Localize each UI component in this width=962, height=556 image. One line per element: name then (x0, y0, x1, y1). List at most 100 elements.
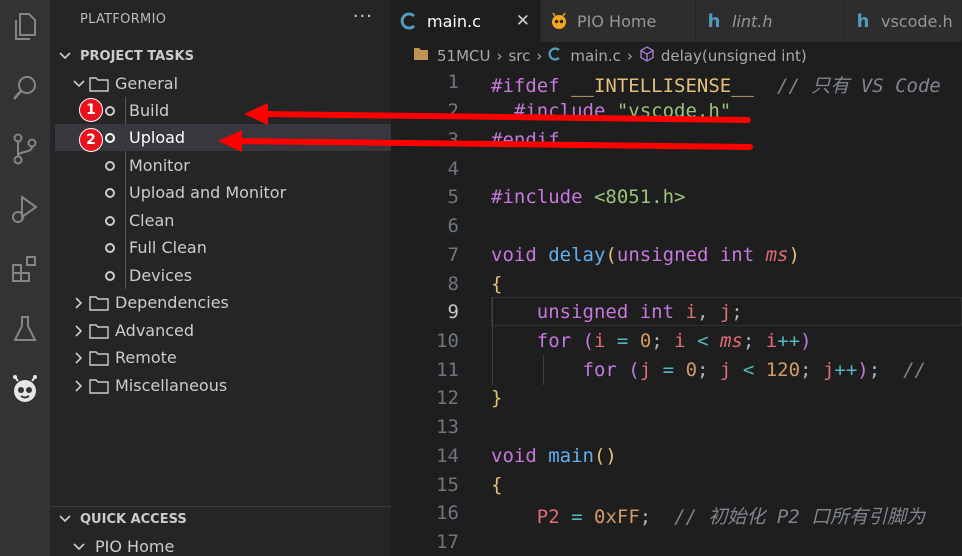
code-line: #endif (491, 129, 560, 151)
task-label: Upload and Monitor (129, 183, 287, 202)
tree-folder-dependencies[interactable]: Dependencies (55, 289, 391, 316)
chevron-down-icon (50, 52, 80, 60)
search-icon[interactable] (0, 66, 50, 112)
code-line: #ifdef __INTELLISENSE__ // 只有 VS Code (491, 75, 941, 97)
breadcrumb-symbol[interactable]: delay(unsigned int) (661, 47, 807, 65)
folder-icon (89, 76, 115, 92)
tab-label: PIO Home (577, 11, 657, 31)
folder-icon (89, 378, 115, 394)
code-line: for (j = 0; j < 120; j++); // (582, 359, 926, 381)
line-number: 10 (436, 330, 459, 352)
code-line: #include "vscode.h" (513, 100, 732, 122)
sidebar-title: PLATFORMIO (80, 12, 167, 27)
tab-pio-home[interactable]: PIO Home (541, 0, 696, 42)
chevron-right-icon (69, 296, 89, 309)
h-file-icon: h (856, 10, 870, 32)
code-line: } (491, 387, 503, 409)
task-upload-and-monitor[interactable]: Upload and Monitor (55, 179, 391, 206)
tree-folder-miscellaneous[interactable]: Miscellaneous (55, 372, 391, 399)
task-full-clean[interactable]: Full Clean (55, 234, 391, 261)
line-number: 3 (447, 129, 459, 151)
line-number: 15 (436, 474, 459, 496)
chevron-right-icon (69, 324, 89, 337)
platformio-icon[interactable] (0, 366, 50, 412)
line-number: 17 (436, 531, 459, 553)
more-actions-button[interactable]: ··· (353, 6, 373, 27)
section-label: QUICK ACCESS (80, 511, 187, 527)
chevron-right-icon (69, 379, 89, 392)
circle-icon (105, 187, 115, 198)
line-number: 1 (447, 71, 459, 93)
platformio-sidebar: PLATFORMIO ··· PROJECT TASKS General Bui… (50, 0, 391, 556)
circle-icon (105, 242, 115, 253)
tab-lint-h[interactable]: h lint.h (696, 0, 845, 42)
chevron-right-icon: › (536, 47, 543, 65)
extensions-icon[interactable] (0, 246, 50, 292)
code-line: unsigned int i, j; (536, 301, 743, 323)
folder-icon (89, 295, 115, 311)
code-line: { (491, 474, 503, 496)
code-editor[interactable]: 1 2 3 4 5 6 7 8 9 10 11 12 13 14 15 16 1… (391, 70, 962, 556)
tree-label: Advanced (115, 321, 195, 340)
tree-folder-remote[interactable]: Remote (55, 344, 391, 371)
line-number: 11 (436, 359, 459, 381)
h-file-icon: h (707, 10, 721, 32)
breadcrumb-file[interactable]: main.c (570, 47, 621, 65)
tree-label: Dependencies (115, 293, 229, 312)
task-build[interactable]: Build (55, 97, 391, 124)
quick-access-header[interactable]: QUICK ACCESS (50, 506, 391, 532)
line-number: 4 (447, 158, 459, 180)
circle-icon (105, 132, 115, 143)
circle-icon (105, 270, 115, 281)
line-number: 6 (447, 215, 459, 237)
chevron-right-icon: › (496, 47, 503, 65)
tree-label: General (115, 74, 179, 93)
code-line: for (i = 0; i < ms; i++) (536, 330, 812, 352)
task-monitor[interactable]: Monitor (55, 152, 391, 179)
code-line: void main() (491, 445, 617, 467)
task-label: Monitor (129, 156, 190, 175)
task-devices[interactable]: Devices (55, 262, 391, 289)
source-control-icon[interactable] (0, 126, 50, 172)
breadcrumb-folder[interactable]: src (508, 47, 530, 65)
task-label: Full Clean (129, 238, 207, 257)
code-line: #include <8051.h> (491, 186, 686, 208)
task-label: Upload (129, 128, 186, 147)
chevron-down-icon (69, 79, 89, 88)
section-label: PROJECT TASKS (80, 48, 194, 64)
activity-bar (0, 0, 50, 556)
task-upload[interactable]: Upload (55, 124, 391, 151)
quick-access-pio-home[interactable]: PIO Home (55, 533, 391, 556)
tab-label: vscode.h (881, 11, 953, 31)
line-number: 13 (436, 416, 459, 438)
project-tasks-header[interactable]: PROJECT TASKS (50, 43, 391, 69)
editor-tab-bar: main.c ✕ PIO Home h lint.h h vscode.h (391, 0, 962, 42)
task-label: Build (129, 101, 170, 120)
tab-vscode-h[interactable]: h vscode.h (845, 0, 962, 42)
tree-label: PIO Home (95, 537, 175, 556)
tree-label: Remote (115, 348, 177, 367)
breadcrumb-project[interactable]: 51MCU (437, 47, 490, 65)
line-number: 14 (436, 445, 459, 467)
tab-main-c[interactable]: main.c ✕ (391, 0, 541, 42)
folder-icon (413, 47, 429, 65)
line-number: 7 (447, 244, 459, 266)
tree-folder-general[interactable]: General (55, 70, 391, 97)
run-debug-icon[interactable] (0, 186, 50, 232)
code-line: void delay(unsigned int ms) (491, 244, 800, 266)
task-label: Clean (129, 211, 175, 230)
line-number: 12 (436, 387, 459, 409)
chevron-right-icon: › (626, 47, 633, 65)
task-clean[interactable]: Clean (55, 207, 391, 234)
circle-icon (105, 105, 115, 116)
task-label: Devices (129, 266, 193, 285)
testing-icon[interactable] (0, 306, 50, 352)
tree-folder-advanced[interactable]: Advanced (55, 317, 391, 344)
annotation-badge-2: 2 (79, 128, 103, 152)
explorer-icon[interactable] (0, 4, 50, 50)
close-icon[interactable]: ✕ (516, 11, 530, 31)
chevron-down-icon (50, 515, 80, 523)
annotation-badge-1: 1 (79, 98, 103, 122)
c-file-icon (391, 12, 427, 30)
circle-icon (105, 215, 115, 226)
